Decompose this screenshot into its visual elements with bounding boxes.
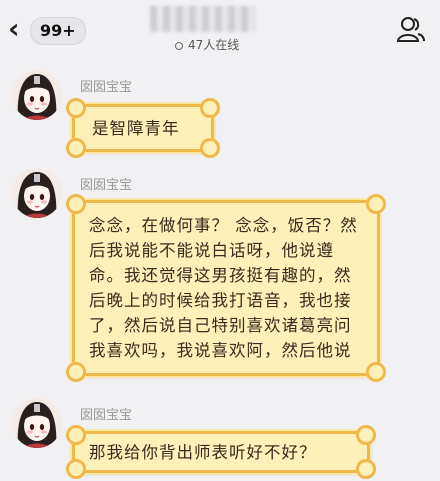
online-count: 47人在线 bbox=[188, 38, 240, 52]
sender-name: 囡囡宝宝 bbox=[80, 408, 133, 423]
chevron-left-icon: ‹ bbox=[8, 12, 20, 45]
message-text: 是智障青年 bbox=[92, 119, 180, 138]
two-person-icon[interactable] bbox=[396, 14, 426, 44]
avatar[interactable] bbox=[12, 70, 62, 120]
sender-name: 囡囡宝宝 bbox=[80, 80, 133, 95]
unread-badge: 99+ bbox=[30, 17, 86, 45]
message-text: 那我给你背出师表听好不好？ bbox=[89, 443, 317, 462]
message-bubble[interactable]: 念念，在做何事？ 念念，饭否？然后我说能不能说白话呀，他说遵命。我还觉得这男孩挺… bbox=[66, 194, 386, 382]
sender-name: 囡囡宝宝 bbox=[80, 178, 133, 193]
back-button[interactable]: ‹ 99+ bbox=[8, 12, 86, 46]
message-bubble[interactable]: 是智障青年 bbox=[66, 98, 220, 158]
group-title-blurred bbox=[150, 6, 255, 32]
online-status: 47人在线 bbox=[175, 36, 239, 53]
message-bubble[interactable]: 那我给你背出师表听好不好？ bbox=[66, 425, 376, 479]
avatar[interactable] bbox=[12, 398, 62, 448]
message-text: 念念，在做何事？ 念念，饭否？然后我说能不能说白话呀，他说遵命。我还觉得这男孩挺… bbox=[89, 216, 358, 360]
chat-header: ‹ 99+ 47人在线 bbox=[0, 0, 440, 58]
circle-icon bbox=[175, 42, 183, 50]
avatar[interactable] bbox=[12, 168, 62, 218]
